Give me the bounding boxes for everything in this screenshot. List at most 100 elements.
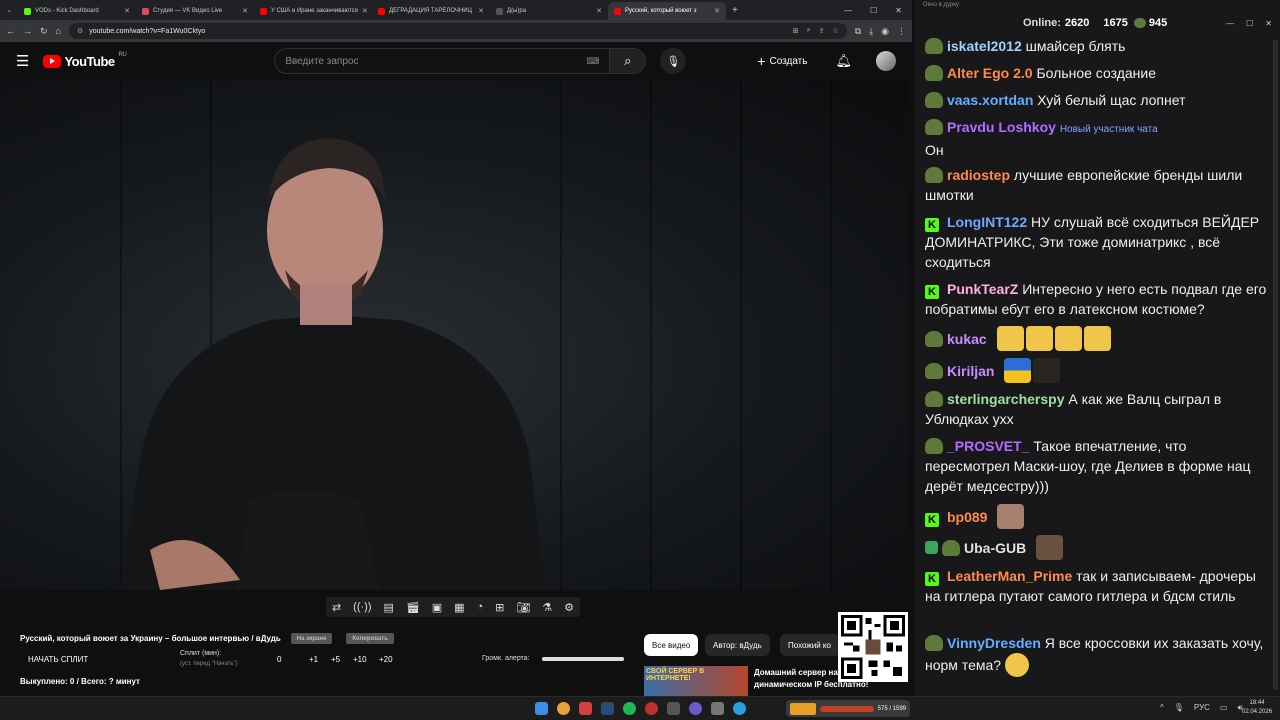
forward-icon[interactable]: → xyxy=(23,26,32,36)
browser-tab-active[interactable]: Русский, который воюет з ✕ xyxy=(608,2,726,20)
split-value-button[interactable]: +20 xyxy=(379,655,393,664)
split-value-button[interactable]: +5 xyxy=(331,655,340,664)
filter-chip-all[interactable]: Все видео xyxy=(644,634,699,656)
network-icon[interactable]: ▭ xyxy=(1220,703,1228,713)
new-tab-icon[interactable]: + xyxy=(732,5,738,16)
copy-pill[interactable]: Копировать xyxy=(346,633,394,644)
obs-icon[interactable] xyxy=(645,702,658,715)
profile-icon[interactable]: ◉ xyxy=(881,26,889,37)
close-icon[interactable]: ✕ xyxy=(596,7,602,15)
search-button[interactable]: ⌕ xyxy=(610,48,647,74)
browser-tab[interactable]: VODs - Kick Dashboard ✕ xyxy=(18,2,136,20)
create-button[interactable]: + Создать xyxy=(757,53,807,69)
minimize-icon[interactable]: — xyxy=(1226,19,1234,28)
watch-later-icon[interactable]: ▤ xyxy=(383,601,393,614)
reload-icon[interactable]: ↻ xyxy=(40,26,48,37)
chat-username[interactable]: bp089 xyxy=(947,509,987,525)
chat-username[interactable]: radiostep xyxy=(947,167,1010,183)
language-indicator[interactable]: РУС xyxy=(1194,703,1210,713)
app-icon[interactable] xyxy=(579,702,592,715)
home-icon[interactable]: ⌂ xyxy=(56,26,61,36)
alert-volume-slider[interactable] xyxy=(542,657,624,661)
add-clip-icon[interactable]: ⊞ xyxy=(495,601,504,614)
windows-start-icon[interactable] xyxy=(535,702,548,715)
media-icon[interactable] xyxy=(689,702,702,715)
chat-username[interactable]: vaas.xortdan xyxy=(947,92,1033,108)
app-icon[interactable] xyxy=(667,702,680,715)
close-icon[interactable]: ✕ xyxy=(242,7,248,15)
screenshot-camera-icon[interactable]: 📷︎ xyxy=(516,601,530,614)
avatar[interactable] xyxy=(876,51,896,71)
back-icon[interactable]: ← xyxy=(6,26,15,36)
maximize-icon[interactable]: ☐ xyxy=(870,6,877,15)
menu-dots-icon[interactable]: ⋮ xyxy=(897,26,906,37)
tab-search-icon[interactable]: ⌄ xyxy=(0,6,18,14)
youtube-logo[interactable]: YouTube RU xyxy=(43,52,127,69)
spotify-icon[interactable] xyxy=(623,702,636,715)
split-value-button[interactable]: 0 xyxy=(277,655,281,664)
keyboard-icon[interactable]: ⌨ xyxy=(586,56,599,67)
steam-icon[interactable] xyxy=(601,702,614,715)
extensions-icon[interactable]: ⧉ xyxy=(855,26,861,37)
chat-username[interactable]: VinnyDresden xyxy=(947,635,1041,651)
site-info-icon[interactable]: ⚙ xyxy=(77,27,83,35)
chat-username[interactable]: Uba-GUB xyxy=(964,540,1026,556)
picture-in-picture-icon[interactable]: ▣ xyxy=(432,601,442,614)
split-value-button[interactable]: +1 xyxy=(309,655,318,664)
download-icon[interactable]: ⤓ xyxy=(869,26,873,37)
install-icon[interactable]: ⊞ xyxy=(793,27,799,35)
chat-username[interactable]: LongINT122 xyxy=(947,214,1027,230)
start-split-button[interactable]: НАЧАТЬ СПЛИТ xyxy=(28,655,88,664)
microphone-icon[interactable]: 🎙︎ xyxy=(1174,703,1184,713)
chevron-up-icon[interactable]: ^ xyxy=(1160,703,1164,713)
search-input[interactable]: Введите запрос ⌨ xyxy=(274,48,611,74)
on-screen-pill[interactable]: На экране xyxy=(290,633,333,644)
loop-icon[interactable]: ⇄ xyxy=(332,601,341,614)
chat-username[interactable]: iskatel2012 xyxy=(947,38,1022,54)
app-icon[interactable] xyxy=(711,702,724,715)
telegram-icon[interactable] xyxy=(733,702,746,715)
browser-tab[interactable]: Д(ы)ра ✕ xyxy=(490,2,608,20)
speed-gauge-icon[interactable]: ◔ xyxy=(477,601,484,613)
zoom-icon[interactable]: ⌕ xyxy=(807,27,811,35)
close-icon[interactable]: ✕ xyxy=(714,7,720,15)
close-icon[interactable]: ✕ xyxy=(362,7,368,15)
recommended-title[interactable]: Домашний сервер на xyxy=(754,668,838,677)
game-widget[interactable]: 575 / 1599 xyxy=(786,700,910,717)
clapper-icon[interactable]: 🎬︎ xyxy=(406,601,420,614)
chat-username[interactable]: kukac xyxy=(947,331,987,347)
recommended-thumbnail[interactable]: СВОЙ СЕРВЕР В ИНТЕРНЕТЕ! xyxy=(644,666,748,696)
maximize-icon[interactable]: ☐ xyxy=(1246,19,1253,28)
close-icon[interactable]: ✕ xyxy=(124,7,130,15)
close-icon[interactable]: ✕ xyxy=(478,7,484,15)
chat-username[interactable]: LeatherMan_Prime xyxy=(947,568,1072,584)
notifications-bell-icon[interactable]: 🔔︎ xyxy=(835,53,852,69)
browser-tab[interactable]: ДЕГРАДАЦИЯ ТАРЕЛОЧНИЦ ✕ xyxy=(372,2,490,20)
filter-chip-author[interactable]: Автор: вДудь xyxy=(705,634,770,656)
chat-username[interactable]: PunkTearZ xyxy=(947,281,1018,297)
hamburger-menu-icon[interactable]: ☰ xyxy=(16,52,29,70)
clock[interactable]: 18:44 02.04.2026 xyxy=(1242,699,1272,717)
chat-username[interactable]: Pravdu Loshkoy xyxy=(947,119,1056,135)
chat-username[interactable]: Alter Ego 2.0 xyxy=(947,65,1033,81)
filter-chip-similar[interactable]: Похожий ко xyxy=(780,634,840,656)
bookmark-star-icon[interactable]: ☆ xyxy=(832,27,838,35)
url-field[interactable]: ⚙ youtube.com/watch?v=Fa1Wu0Cktyo ⊞ ⌕ ⇪ … xyxy=(68,23,847,39)
gear-icon[interactable]: ⚙ xyxy=(564,601,574,614)
close-icon[interactable]: ✕ xyxy=(1265,19,1272,28)
broadcast-icon[interactable]: ((·)) xyxy=(353,601,371,613)
browser-tab[interactable]: Студия — VK Видео Live ✕ xyxy=(136,2,254,20)
browser-tab[interactable]: У США в Иране заканчиваются ✕ xyxy=(254,2,372,20)
close-window-icon[interactable]: ✕ xyxy=(895,6,902,15)
video-player[interactable] xyxy=(0,80,908,590)
voice-search-button[interactable]: 🎙︎ xyxy=(660,48,687,74)
chat-username[interactable]: Kiriljan xyxy=(947,363,994,379)
minimize-icon[interactable]: — xyxy=(844,6,852,15)
chat-username[interactable]: sterlingarcherspy xyxy=(947,391,1065,407)
chat-username[interactable]: _PROSVET_ xyxy=(947,438,1029,454)
split-value-button[interactable]: +10 xyxy=(353,655,367,664)
film-strip-icon[interactable]: ▦ xyxy=(454,601,464,614)
share-icon[interactable]: ⇪ xyxy=(819,27,825,35)
chat-scrollbar[interactable] xyxy=(1273,40,1278,690)
chrome-icon[interactable] xyxy=(557,702,570,715)
